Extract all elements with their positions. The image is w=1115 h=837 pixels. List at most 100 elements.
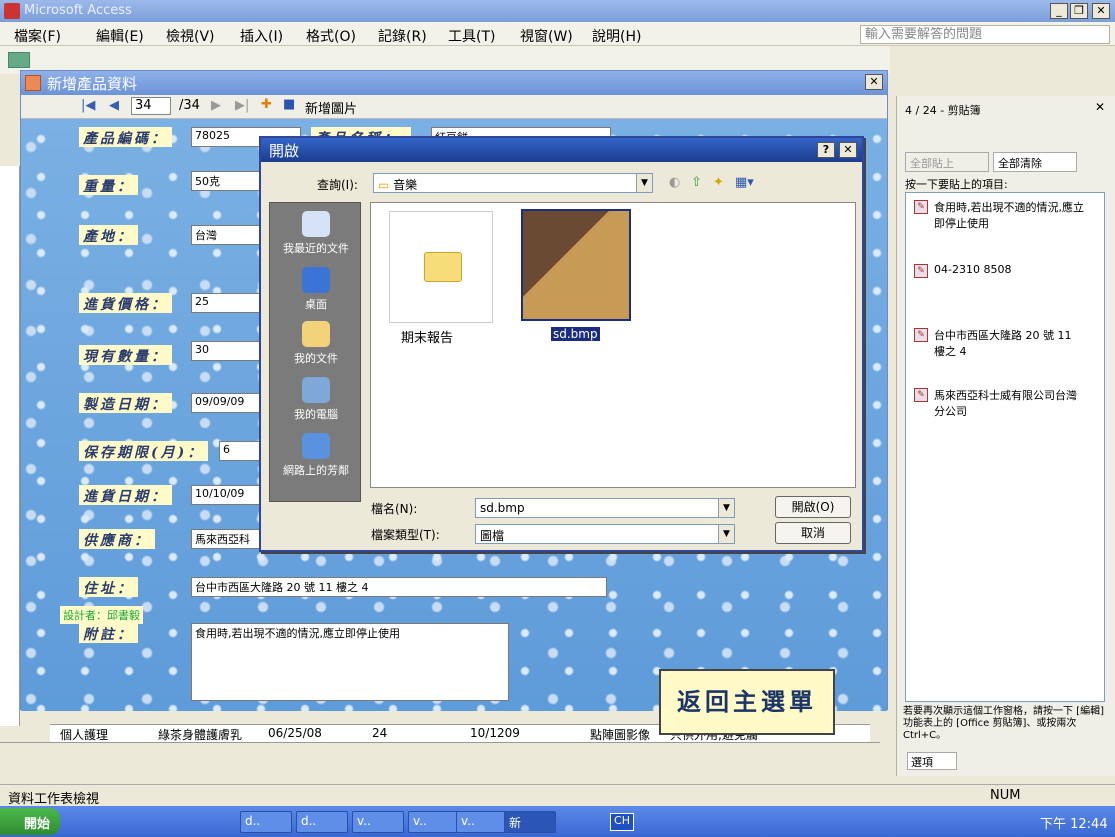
form-title-bar: 新增產品資料 ✕ [21, 71, 887, 95]
views-icon[interactable]: ▦▾ [735, 175, 754, 190]
place-recent[interactable]: 我最近的文件 [270, 211, 362, 256]
place-documents[interactable]: 我的文件 [270, 321, 362, 366]
weight-field[interactable]: 50克 [191, 171, 261, 191]
taskbar-item[interactable]: v.. [352, 811, 404, 833]
place-network[interactable]: 網路上的芳鄰 [270, 433, 362, 478]
remarks-field[interactable]: 食用時,若出現不適的情況,應立即停止使用 [191, 623, 509, 701]
paste-all-button[interactable]: 全部貼上 [905, 152, 989, 172]
filename-input[interactable]: sd.bmp ▼ [475, 498, 735, 518]
open-file-dialog: 開啟 ? ✕ 查詢(I): ▭ 音樂 ▼ ◐ ⇧ ✦ ▦▾ 我最近的文件 桌面 … [259, 136, 864, 552]
options-button[interactable]: 選項 [907, 752, 957, 770]
record-total: /34 [179, 98, 200, 113]
taskbar-item[interactable]: v.. [408, 811, 460, 833]
supplier-field[interactable]: 馬來西亞科 [191, 529, 261, 549]
up-folder-icon[interactable]: ⇧ [691, 175, 702, 190]
return-main-menu-button[interactable]: 返回主選單 [659, 669, 835, 735]
view-icon[interactable] [8, 52, 30, 68]
address-field[interactable]: 台中市西區大隆路 20 號 11 樓之 4 [191, 577, 607, 597]
file-list: 期末報告 sd.bmp [370, 202, 856, 488]
clip-icon: ✎ [914, 388, 928, 402]
next-record-icon[interactable]: ▶ [211, 98, 221, 113]
save-icon[interactable]: ■ [283, 97, 295, 112]
lookin-dropdown[interactable]: ▭ 音樂 ▼ [373, 173, 653, 193]
datasheet-left-column [0, 166, 20, 726]
cell: 綠茶身體護膚乳 [158, 728, 243, 742]
clip-icon: ✎ [914, 200, 928, 214]
cell: 06/25/08 [268, 726, 322, 740]
open-button[interactable]: 開啟(O) [775, 496, 851, 518]
stock-qty-field[interactable]: 30 [191, 341, 261, 361]
network-icon [302, 433, 330, 459]
menu-window[interactable]: 視窗(W) [520, 26, 573, 46]
lookin-label: 查詢(I): [317, 178, 358, 192]
record-navigator: |◀ ◀ 34 /34 ▶ ▶| ✚ ■ 新增圖片 [21, 95, 887, 119]
label-shelf-life: 保存期限(月)： [79, 441, 209, 461]
menu-tools[interactable]: 工具(T) [448, 26, 495, 46]
add-picture-button[interactable]: 新增圖片 [305, 98, 357, 117]
clipboard-items: ✎ 食用時,若出現不適的情況,應立即停止使用 ✎ 04-2310 8508 ✎ 台中市… [905, 192, 1105, 702]
form-close-button[interactable]: ✕ [865, 74, 883, 90]
close-button[interactable]: ✕ [1092, 3, 1110, 19]
taskbar-item[interactable]: d.. [240, 811, 292, 833]
horizontal-scrollbar[interactable] [0, 742, 880, 762]
menu-insert[interactable]: 插入(I) [240, 26, 283, 46]
menu-file[interactable]: 檔案(F) [14, 26, 61, 46]
language-indicator[interactable]: CH [610, 813, 634, 831]
taskbar-item[interactable]: d.. [296, 811, 348, 833]
image-thumbnail[interactable] [521, 209, 631, 321]
pane-close-icon[interactable]: ✕ [1095, 100, 1105, 114]
new-record-icon[interactable]: ✚ [261, 97, 272, 112]
filetype-dropdown[interactable]: 圖檔 ▼ [475, 524, 735, 544]
clipboard-footer: 若要再次顯示這個工作窗格，請按一下 [編輯] 功能表上的 [Office 剪貼簿… [903, 706, 1104, 741]
label-product-code: 產品編碼： [79, 127, 172, 147]
minimize-button[interactable]: _ [1050, 3, 1068, 19]
chevron-down-icon: ▼ [636, 174, 652, 192]
folder-tile[interactable] [389, 211, 493, 323]
purchase-date-field[interactable]: 10/10/09 [191, 485, 261, 505]
label-purchase-price: 進貨價格： [79, 293, 172, 313]
lookin-value: 音樂 [393, 178, 418, 192]
taskbar-item-active[interactable]: 新 [504, 811, 556, 833]
label-supplier: 供應商： [79, 529, 155, 549]
place-desktop[interactable]: 桌面 [270, 267, 362, 312]
label-weight: 重量： [79, 175, 138, 195]
folder-icon [424, 252, 462, 282]
place-computer[interactable]: 我的電腦 [270, 377, 362, 422]
view-status: 資料工作表檢視 [8, 792, 100, 807]
last-record-icon[interactable]: ▶| [235, 98, 249, 113]
chevron-down-icon: ▼ [718, 525, 734, 543]
clipboard-item[interactable]: ✎ 食用時,若出現不適的情況,應立即停止使用 [914, 199, 1084, 231]
dialog-close-button[interactable]: ✕ [839, 142, 857, 158]
menu-edit[interactable]: 編輯(E) [96, 26, 144, 46]
first-record-icon[interactable]: |◀ [81, 98, 95, 113]
clipboard-item[interactable]: ✎ 馬來西亞科士威有限公司台灣分公司 [914, 387, 1084, 419]
menu-help[interactable]: 說明(H) [592, 26, 641, 46]
ask-question-box[interactable]: 輸入需要解答的問題 [860, 25, 1110, 44]
record-number-input[interactable]: 34 [131, 97, 171, 115]
clear-all-button[interactable]: 全部清除 [993, 152, 1077, 172]
origin-field[interactable]: 台灣 [191, 225, 261, 245]
purchase-price-field[interactable]: 25 [191, 293, 261, 313]
clipboard-item[interactable]: ✎ 台中市西區大隆路 20 號 11 樓之 4 [914, 327, 1084, 359]
clipboard-task-pane: 4 / 24 - 剪貼簿 ✕ 全部貼上 全部清除 按一下要貼上的項目: ✎ 食用時… [896, 96, 1115, 776]
cancel-button[interactable]: 取消 [775, 522, 851, 544]
label-origin: 產地： [79, 225, 138, 245]
image-file-name[interactable]: sd.bmp [551, 327, 600, 341]
back-icon[interactable]: ◐ [669, 175, 680, 190]
recent-icon [302, 211, 330, 237]
clipboard-item[interactable]: ✎ 04-2310 8508 [914, 263, 1084, 278]
form-title: 新增產品資料 [47, 75, 138, 93]
shelf-life-field[interactable]: 6 [219, 441, 261, 461]
menu-format[interactable]: 格式(O) [306, 26, 356, 46]
help-button[interactable]: ? [817, 142, 835, 158]
menu-view[interactable]: 檢視(V) [166, 26, 215, 46]
clip-icon: ✎ [914, 328, 928, 342]
start-button[interactable]: 開始 [0, 808, 60, 835]
new-folder-icon[interactable]: ✦ [713, 175, 724, 190]
manufacture-date-field[interactable]: 09/09/09 [191, 393, 261, 413]
restore-button[interactable]: ❐ [1070, 3, 1088, 19]
prev-record-icon[interactable]: ◀ [109, 98, 119, 113]
form-icon [25, 75, 41, 91]
menu-records[interactable]: 記錄(R) [378, 26, 427, 46]
taskbar-item[interactable]: v.. [456, 811, 508, 833]
